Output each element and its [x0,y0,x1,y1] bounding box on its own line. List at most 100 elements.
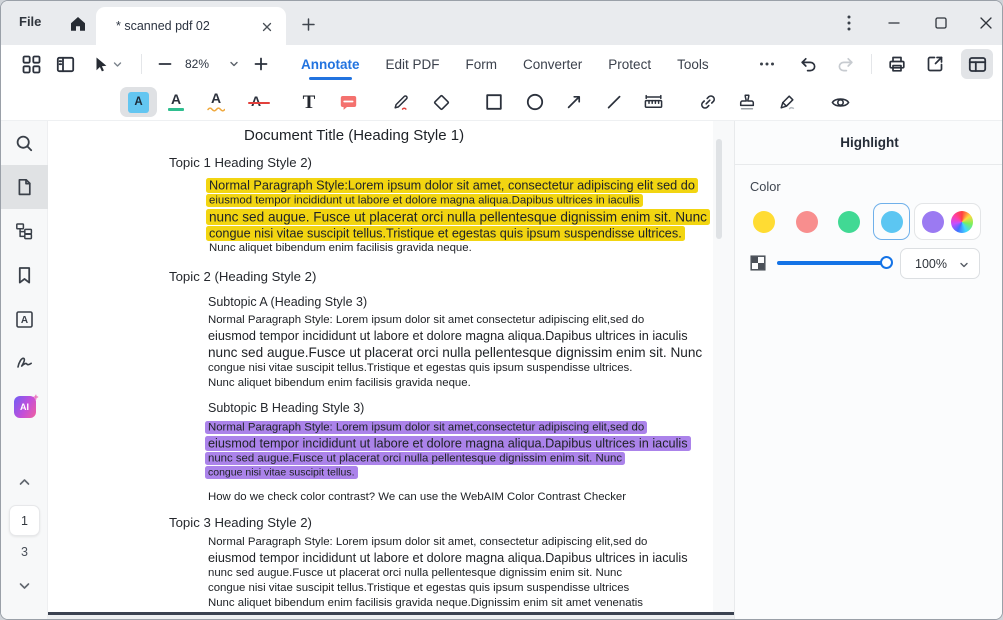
sidebar-annotations-button[interactable]: A [1,297,48,341]
highlight-annotation-purple[interactable]: eiusmod tempor incididunt ut labore et d… [205,436,691,451]
highlight-annotation-purple[interactable]: Normal Paragraph Style: Lorem ipsum dolo… [205,421,647,434]
highlight-annotation-yellow[interactable]: eiusmod tempor incididunt ut labore et d… [206,194,643,207]
line-tool-button[interactable] [597,86,631,118]
eraser-tool-button[interactable] [424,86,458,118]
color-swatch-red[interactable] [796,211,818,233]
close-button[interactable] [975,13,997,33]
highlight-annotation-yellow[interactable]: congue nisi vitae suscipit tellus.Tristi… [206,226,685,241]
previous-page-button[interactable] [17,476,32,488]
sidebar-thumbnails-button[interactable] [1,165,48,209]
color-swatch-green[interactable] [838,211,860,233]
ellipse-tool-button[interactable] [518,86,552,118]
squiggly-tool-button[interactable]: A [199,86,233,118]
tab-edit-pdf[interactable]: Edit PDF [386,45,440,83]
doc-line: eiusmod tempor incididunt ut labore et d… [208,328,713,344]
doc-line: nunc sed augue.Fusce ut placerat orci nu… [208,566,713,581]
chevron-down-icon [113,60,122,69]
comment-tool-button[interactable] [331,86,365,118]
page-panel-icon [55,54,76,75]
doc-line: congue nisi vitae suscipit tellus.Tristi… [208,361,713,376]
highlight-annotation-yellow[interactable]: nunc sed augue. Fusce ut placerat orci n… [206,209,710,225]
select-tool-button[interactable] [85,49,127,79]
app-menu-button[interactable] [838,13,860,33]
color-swatch-yellow[interactable] [753,211,775,233]
color-swatch-blue-selected[interactable] [873,203,910,240]
doc-line: Nunc aliquet bibendum enim facilisis gra… [208,376,713,391]
sidebar-ai-button[interactable]: AI+ [1,385,48,429]
highlight-annotation-purple[interactable]: nunc sed augue.Fusce ut placerat orci nu… [205,452,625,465]
ellipse-icon [525,92,545,112]
opacity-slider[interactable] [777,261,887,265]
opacity-slider-handle[interactable] [880,256,893,269]
highlight-tool-button[interactable]: A [120,87,157,117]
scrollbar-thumb[interactable] [716,139,722,239]
zoom-in-button[interactable] [247,49,275,79]
highlight-annotation-yellow[interactable]: Normal Paragraph Style:Lorem ipsum dolor… [206,178,698,193]
more-tools-button[interactable] [751,49,783,79]
signature-tool-button[interactable] [770,86,804,118]
more-icon [758,55,776,73]
sidebar-signature-button[interactable] [1,341,48,385]
sidebar-outline-button[interactable] [1,209,48,253]
tab-protect[interactable]: Protect [608,45,651,83]
text-tool-button[interactable]: T [292,86,326,118]
home-button[interactable] [67,13,89,35]
doc-line: eiusmod tempor incididunt ut labore et d… [209,193,713,208]
minimize-button[interactable] [883,13,905,33]
page-background-gap [48,615,734,620]
strikethrough-tool-button[interactable]: A [239,86,273,118]
measure-icon [643,92,664,113]
zoom-out-button[interactable] [151,49,179,79]
link-tool-button[interactable] [691,86,725,118]
titlebar: File * scanned pdf 02 [1,1,1002,45]
paragraph-subtopic-a: Normal Paragraph Style: Lorem ipsum dolo… [208,313,713,391]
file-menu[interactable]: File [19,14,41,29]
current-page-input[interactable]: 1 [9,505,40,536]
color-wheel-icon[interactable] [951,211,973,233]
visibility-tool-button[interactable] [823,86,857,118]
doc-line: Nunc aliquet bibendum enim facilisis gra… [208,596,713,611]
measure-tool-button[interactable] [636,86,670,118]
sidebar-search-button[interactable] [1,121,48,165]
sidebar-bookmark-button[interactable] [1,253,48,297]
tab-form[interactable]: Form [466,45,498,83]
new-tab-button[interactable] [299,15,317,33]
color-swatch-purple[interactable] [922,211,944,233]
rectangle-tool-button[interactable] [477,86,511,118]
arrow-tool-button[interactable] [557,86,591,118]
tab-annotate[interactable]: Annotate [301,45,360,83]
doc-line: congue nisi vitae suscipit tellus. [208,466,713,479]
color-swatch-blue [881,211,903,233]
maximize-button[interactable] [930,13,952,33]
pencil-tool-button[interactable] [384,86,418,118]
divider [735,164,1003,165]
heading-topic2: Topic 2 (Heading Style 2) [169,269,713,285]
next-page-button[interactable] [17,580,32,592]
undo-button[interactable] [792,49,824,79]
new-tab-icon [301,17,316,32]
document-viewport[interactable]: Document Title (Heading Style 1) Topic 1… [48,121,734,620]
paragraph-subtopic-b: Normal Paragraph Style: Lorem ipsum dolo… [208,420,713,479]
page-panel-button[interactable] [49,49,81,79]
document-tab[interactable]: * scanned pdf 02 [96,7,286,45]
zoom-dropdown-button[interactable] [221,49,247,79]
undo-icon [798,54,818,74]
grid-view-button[interactable] [15,49,47,79]
eraser-icon [431,92,452,113]
underline-tool-button[interactable]: A [159,86,193,118]
layout-panel-button[interactable] [961,49,993,79]
arrow-icon [564,92,584,112]
close-tab-button[interactable] [260,20,274,34]
export-button[interactable] [919,49,951,79]
tab-converter[interactable]: Converter [523,45,582,83]
opacity-dropdown[interactable]: 100% [900,248,980,279]
doc-line: nunc sed augue.Fusce ut placerat orci nu… [208,451,713,466]
paragraph-topic1: Normal Paragraph Style:Lorem ipsum dolor… [209,177,713,256]
stamp-tool-button[interactable] [730,86,764,118]
highlight-annotation-purple[interactable]: congue nisi vitae suscipit tellus. [205,466,358,479]
stamp-icon [737,92,757,112]
print-button[interactable] [881,49,913,79]
tab-tools[interactable]: Tools [677,45,709,83]
redo-button[interactable] [830,49,862,79]
zoom-level[interactable]: 82% [185,57,209,71]
